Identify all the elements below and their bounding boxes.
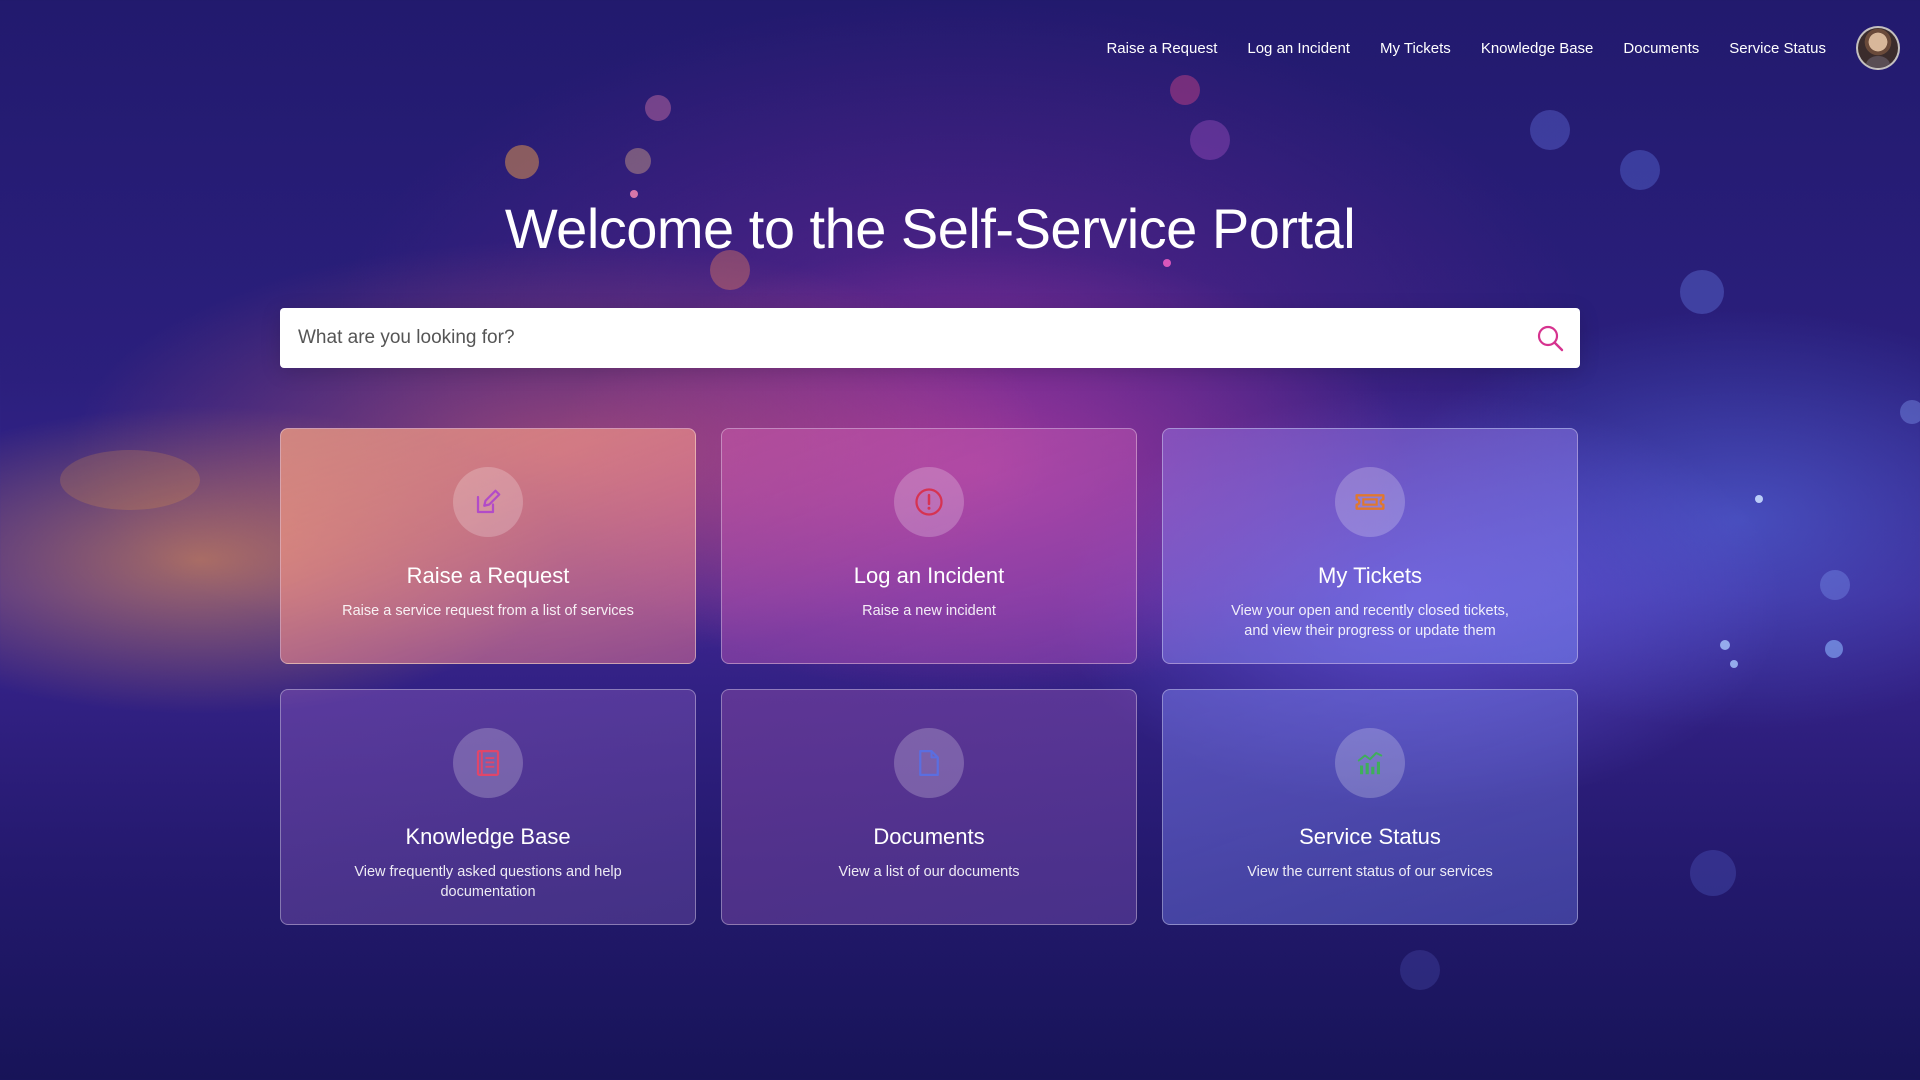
nav-link-knowledge-base[interactable]: Knowledge Base	[1481, 40, 1594, 57]
search-bar	[280, 308, 1580, 368]
user-avatar[interactable]	[1856, 26, 1900, 70]
nav-link-my-tickets[interactable]: My Tickets	[1380, 40, 1451, 57]
nav-link-service-status[interactable]: Service Status	[1729, 40, 1826, 57]
card-title: Knowledge Base	[405, 824, 571, 849]
card-description: View frequently asked questions and help…	[354, 864, 622, 900]
card-icon-container	[894, 467, 964, 537]
card-icon-container	[453, 728, 523, 798]
card-log-incident[interactable]: Log an Incident Raise a new incident	[721, 428, 1137, 664]
nav-link-log-incident[interactable]: Log an Incident	[1247, 40, 1350, 57]
chart-icon	[1357, 752, 1383, 775]
card-title: My Tickets	[1318, 563, 1422, 588]
card-title: Log an Incident	[853, 563, 1005, 588]
ticket-icon	[1355, 494, 1385, 510]
card-raise-request[interactable]: Raise a Request Raise a service request …	[280, 428, 696, 664]
document-icon	[919, 750, 939, 776]
quick-links-grid: Raise a Request Raise a service request …	[280, 428, 1580, 925]
search-icon[interactable]	[1534, 322, 1566, 354]
card-title: Documents	[873, 824, 985, 849]
top-navigation: Raise a Request Log an Incident My Ticke…	[1106, 26, 1900, 70]
card-documents[interactable]: Documents View a list of our documents	[721, 689, 1137, 925]
card-description: Raise a new incident	[862, 603, 996, 619]
search-input[interactable]	[298, 308, 1518, 368]
card-description: View the current status of our services	[1247, 864, 1493, 880]
card-icon-container	[453, 467, 523, 537]
card-knowledge-base[interactable]: Knowledge Base View frequently asked que…	[280, 689, 696, 925]
card-description: View a list of our documents	[838, 864, 1020, 880]
card-title: Service Status	[1299, 824, 1441, 849]
card-title: Raise a Request	[406, 563, 570, 588]
card-icon-container	[1335, 728, 1405, 798]
card-icon-container	[1335, 467, 1405, 537]
edit-icon	[476, 489, 501, 514]
book-icon	[476, 750, 500, 776]
card-icon-container	[894, 728, 964, 798]
page-title: Welcome to the Self-Service Portal	[504, 197, 1356, 260]
card-description: View your open and recently closed ticke…	[1231, 603, 1509, 639]
alert-circle-icon	[915, 488, 943, 516]
card-description: Raise a service request from a list of s…	[342, 603, 634, 619]
nav-link-documents[interactable]: Documents	[1623, 40, 1699, 57]
card-my-tickets[interactable]: My Tickets View your open and recently c…	[1162, 428, 1578, 664]
card-service-status[interactable]: Service Status View the current status o…	[1162, 689, 1578, 925]
nav-link-raise-request[interactable]: Raise a Request	[1106, 40, 1217, 57]
